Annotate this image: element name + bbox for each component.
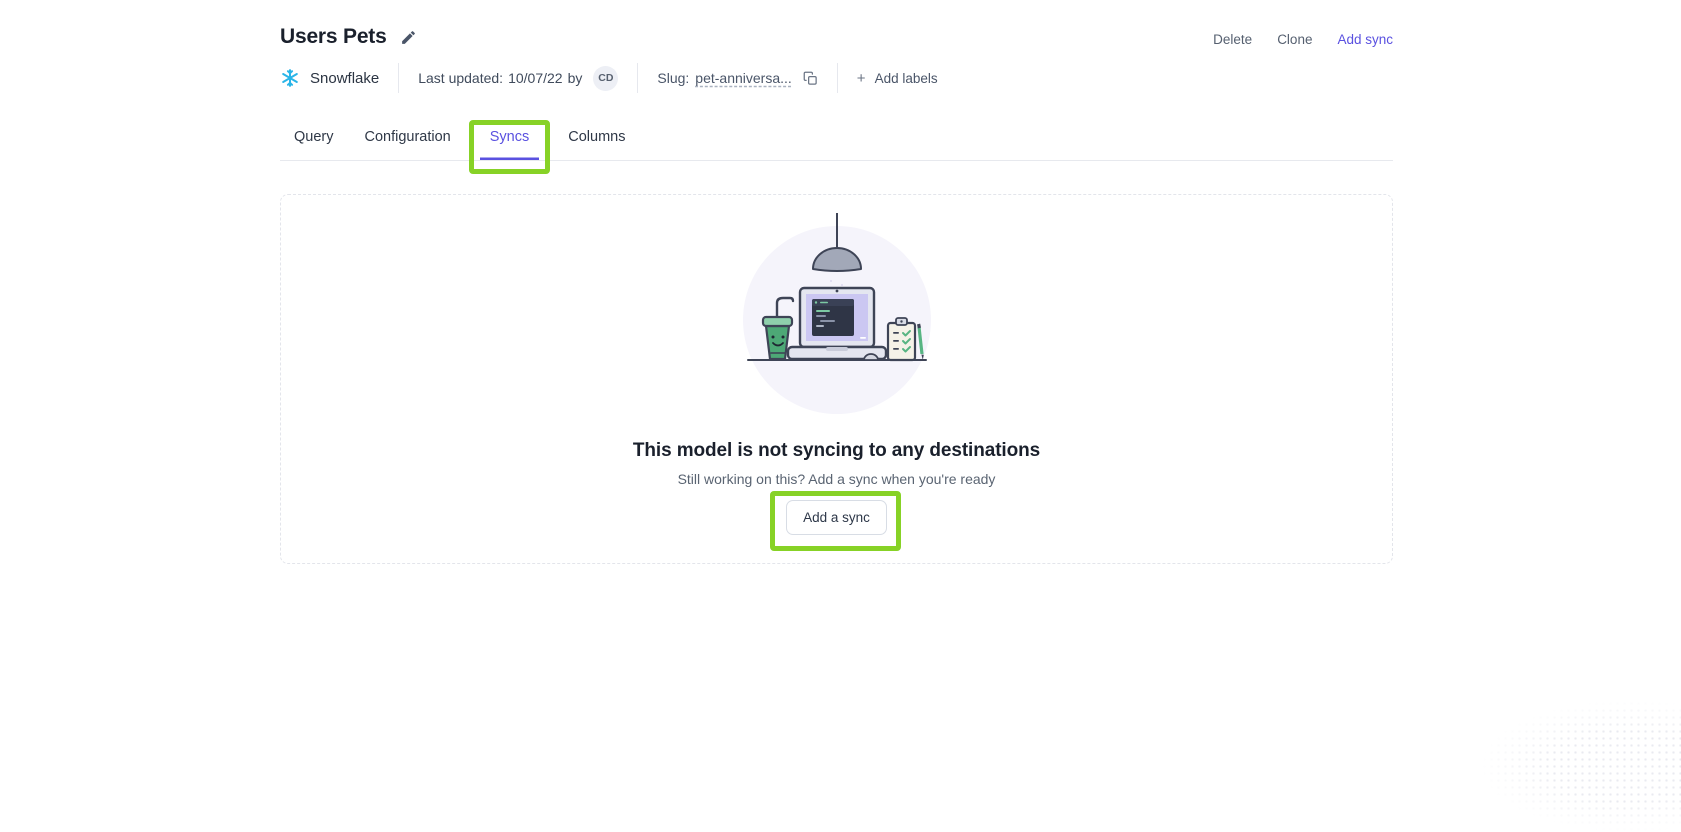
divider xyxy=(637,63,638,93)
add-labels-label: Add labels xyxy=(875,71,938,86)
last-updated-date: 10/07/22 xyxy=(508,70,563,86)
avatar: CD xyxy=(593,66,618,91)
tab-columns[interactable]: Columns xyxy=(566,125,627,160)
empty-state-illustration xyxy=(736,213,938,417)
last-updated-label: Last updated: xyxy=(418,70,503,86)
delete-button[interactable]: Delete xyxy=(1213,32,1252,47)
source-badge: Snowflake xyxy=(280,68,379,88)
tab-configuration[interactable]: Configuration xyxy=(363,125,453,160)
divider xyxy=(837,63,838,93)
copy-icon xyxy=(803,71,818,86)
divider xyxy=(398,63,399,93)
model-page: Users Pets Delete Clone Add sync Snowfla… xyxy=(280,0,1393,564)
page-header: Users Pets Delete Clone Add sync xyxy=(280,0,1393,49)
clipboard-icon xyxy=(888,318,915,360)
empty-state-subtitle: Still working on this? Add a sync when y… xyxy=(678,471,996,487)
tab-bar: Query Configuration Syncs Columns xyxy=(280,125,1393,161)
pencil-icon xyxy=(400,29,417,46)
mouse-icon xyxy=(864,354,878,360)
syncs-empty-state-card: This model is not syncing to any destina… xyxy=(280,194,1393,564)
tab-query[interactable]: Query xyxy=(292,125,336,160)
page-title: Users Pets xyxy=(280,25,387,49)
model-meta-bar: Snowflake Last updated: 10/07/22 by CD S… xyxy=(280,62,1393,94)
last-updated: Last updated: 10/07/22 by CD xyxy=(418,66,618,91)
halftone-dots-decoration xyxy=(1481,700,1681,832)
tab-syncs[interactable]: Syncs xyxy=(480,125,540,160)
clone-button[interactable]: Clone xyxy=(1277,32,1312,47)
add-labels-button[interactable]: + Add labels xyxy=(857,71,938,86)
laptop-icon xyxy=(788,288,886,359)
slug-label: Slug: xyxy=(657,70,689,86)
source-name: Snowflake xyxy=(310,70,379,87)
add-a-sync-button[interactable]: Add a sync xyxy=(786,500,887,535)
slug: Slug: pet-anniversa... xyxy=(657,70,817,86)
header-actions: Delete Clone Add sync xyxy=(1213,25,1393,47)
copy-slug-button[interactable] xyxy=(803,71,818,86)
edit-title-button[interactable] xyxy=(400,29,417,46)
plus-icon: + xyxy=(857,71,866,86)
snowflake-icon xyxy=(280,68,300,88)
empty-state-title: This model is not syncing to any destina… xyxy=(633,440,1040,462)
tab-syncs-label: Syncs xyxy=(490,129,530,145)
add-sync-button[interactable]: Add sync xyxy=(1337,32,1393,47)
slug-value[interactable]: pet-anniversa... xyxy=(695,70,792,86)
by-label: by xyxy=(568,70,583,86)
